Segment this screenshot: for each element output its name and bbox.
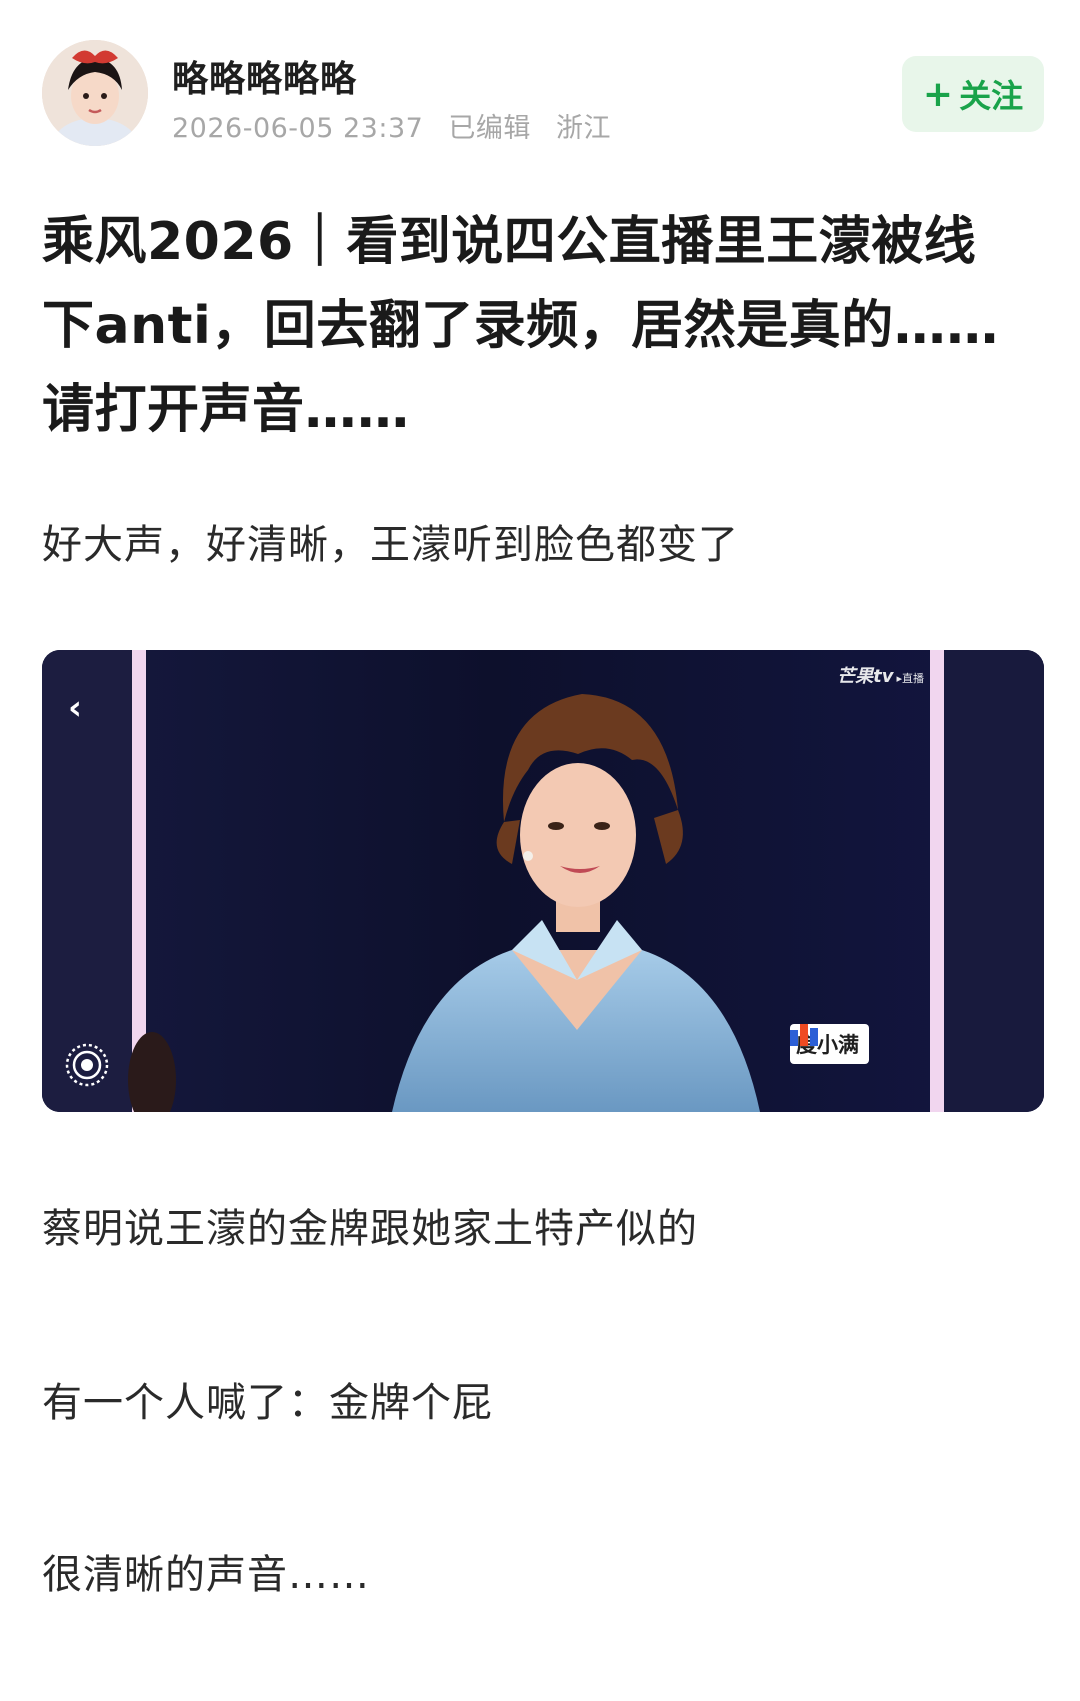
follow-label: 关注 xyxy=(959,77,1024,115)
post-paragraph: 有一个人喊了：金牌个屁 xyxy=(42,1380,493,1426)
live-photo-icon[interactable] xyxy=(64,1042,110,1088)
post-title: 乘风2026｜看到说四公直播里王濛被线下anti，回去翻了录频，居然是真的……请… xyxy=(42,212,999,440)
post-meta: 2026-06-05 23:37 已编辑 浙江 xyxy=(172,106,611,145)
post-paragraph: 好大声，好清晰，王濛听到脸色都变了 xyxy=(42,522,739,568)
sponsor-logo-icon xyxy=(790,1024,818,1046)
follow-button[interactable]: + 关注 xyxy=(902,56,1044,132)
location: 浙江 xyxy=(556,113,611,144)
back-icon[interactable]: ‹ xyxy=(68,688,108,728)
post-header: 略略略略略 2026-06-05 23:37 已编辑 浙江 + 关注 xyxy=(0,0,1080,150)
avatar[interactable] xyxy=(42,40,148,146)
post-paragraph: 蔡明说王濛的金牌跟她家土特产似的 xyxy=(42,1206,698,1252)
sponsor-badge: 度小满 xyxy=(790,1024,869,1064)
video-player[interactable]: ‹ 芒果tv ▸直播 度小满 xyxy=(42,650,1044,1112)
plus-icon: + xyxy=(922,73,954,115)
timestamp: 2026-06-05 23:37 xyxy=(172,113,424,144)
username[interactable]: 略略略略略 xyxy=(172,50,357,102)
edited-label: 已编辑 xyxy=(448,113,531,144)
broadcaster-watermark: 芒果tv ▸直播 xyxy=(837,666,924,687)
post-paragraph: 很清晰的声音…… xyxy=(42,1552,370,1598)
